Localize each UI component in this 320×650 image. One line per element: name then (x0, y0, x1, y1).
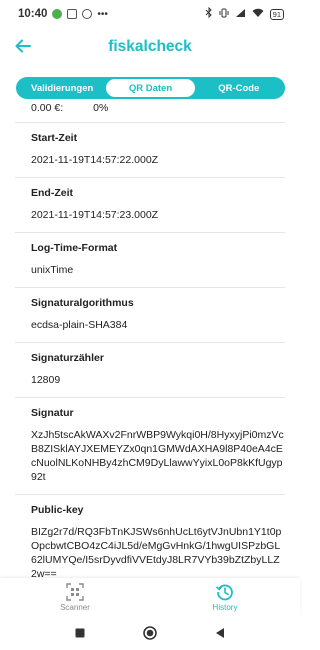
bluetooth-icon (205, 6, 213, 21)
field-value: 2021-11-19T14:57:23.000Z (31, 209, 159, 221)
field-label: Start-Zeit (31, 132, 78, 144)
battery-indicator: 91 (269, 8, 284, 20)
tab-validierungen[interactable]: Validierungen (18, 79, 106, 97)
home-button[interactable] (140, 623, 160, 643)
triangle-back-icon (216, 628, 224, 638)
field-value: unixTime (31, 264, 74, 276)
field-signatur: Signatur XzJh5tscAkWAXv2FnrWBP9Wykqi0H/8… (15, 397, 285, 494)
status-right: 91 (205, 6, 284, 21)
field-label: Signaturalgorithmus (31, 297, 134, 309)
field-end-zeit: End-Zeit 2021-11-19T14:57:23.000Z (15, 177, 285, 232)
tab-qr-daten[interactable]: QR Daten (106, 79, 195, 97)
recents-button[interactable] (70, 623, 90, 643)
partial-tax-row: 0.00 €: 0% (15, 100, 285, 122)
signal-icon (235, 8, 246, 21)
history-icon (216, 584, 233, 600)
partial-amount: 0.00 €: (31, 102, 64, 114)
partial-percent: 0% (93, 102, 109, 114)
field-label: Log-Time-Format (31, 242, 118, 254)
back-nav-button[interactable] (210, 623, 230, 643)
wifi-icon (252, 8, 264, 21)
more-notifications-icon: ••• (97, 8, 108, 20)
qr-data-list[interactable]: 0.00 €: 0% Start-Zeit 2021-11-19T14:57:2… (15, 100, 285, 578)
segmented-tabs: Validierungen QR Daten QR-Code (16, 77, 285, 99)
bottom-navigation: Scanner History (0, 578, 300, 616)
nav-item-scanner[interactable]: Scanner (0, 578, 150, 616)
whatsapp-notification-icon (52, 9, 63, 19)
nav-label: History (212, 602, 238, 612)
circle-icon (143, 626, 157, 640)
status-time: 10:40 (18, 8, 48, 20)
app-bar: fiskalcheck (0, 28, 300, 66)
vibrate-icon (219, 8, 229, 21)
field-value: ecdsa-plain-SHA384 (31, 319, 128, 331)
field-public-key: Public-key BIZg2r7d/RQ3FbTnKJSWs6nhUcLt6… (15, 494, 285, 578)
tab-qr-code[interactable]: QR-Code (195, 79, 283, 97)
field-label: Public-key (31, 504, 84, 516)
field-value: 2021-11-19T14:57:22.000Z (31, 154, 159, 166)
nav-item-history[interactable]: History (150, 578, 300, 616)
arrow-left-icon (15, 39, 31, 53)
field-label: End-Zeit (31, 187, 73, 199)
field-signaturalgorithmus: Signaturalgorithmus ecdsa-plain-SHA384 (15, 287, 285, 342)
back-button[interactable] (11, 34, 35, 58)
qr-scanner-icon (66, 582, 84, 601)
field-value: 12809 (31, 374, 61, 386)
app-title: fiskalcheck (108, 38, 192, 55)
field-start-zeit: Start-Zeit 2021-11-19T14:57:22.000Z (15, 122, 285, 177)
field-signaturzaehler: Signaturzähler 12809 (15, 342, 285, 397)
field-value: BIZg2r7d/RQ3FbTnKJSWs6nhUcLt6ytVJnUbn1Y1… (31, 526, 282, 578)
alarm-notification-icon (82, 9, 93, 19)
field-value: XzJh5tscAkWAXv2FnrWBP9Wykqi0H/8HyxyjPi0m… (31, 429, 284, 483)
field-log-time-format: Log-Time-Format unixTime (15, 232, 285, 287)
square-icon (75, 628, 85, 638)
field-label: Signatur (31, 407, 74, 419)
system-navigation-bar (0, 616, 300, 650)
status-left: 10:40 ••• (18, 8, 108, 20)
image-notification-icon (67, 9, 78, 19)
nav-label: Scanner (60, 602, 90, 612)
status-bar: 10:40 ••• 91 (0, 0, 300, 28)
field-label: Signaturzähler (31, 352, 104, 364)
